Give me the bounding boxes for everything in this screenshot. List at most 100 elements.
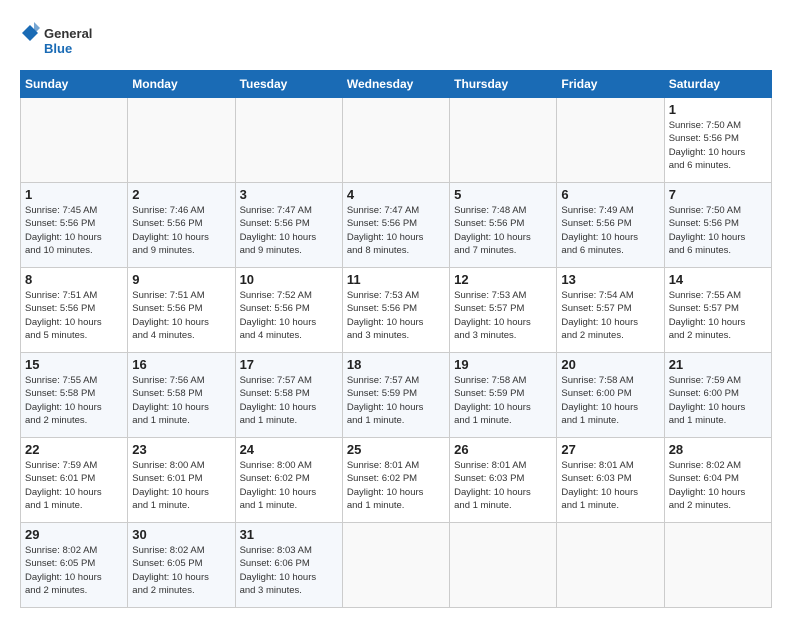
day-info: Sunrise: 7:58 AM Sunset: 5:59 PM Dayligh… — [454, 374, 552, 427]
calendar-cell: 8Sunrise: 7:51 AM Sunset: 5:56 PM Daylig… — [21, 268, 128, 353]
day-info: Sunrise: 8:02 AM Sunset: 6:05 PM Dayligh… — [25, 544, 123, 597]
day-info: Sunrise: 7:55 AM Sunset: 5:58 PM Dayligh… — [25, 374, 123, 427]
calendar-cell: 15Sunrise: 7:55 AM Sunset: 5:58 PM Dayli… — [21, 353, 128, 438]
day-info: Sunrise: 7:58 AM Sunset: 6:00 PM Dayligh… — [561, 374, 659, 427]
calendar-week-row: 15Sunrise: 7:55 AM Sunset: 5:58 PM Dayli… — [21, 353, 772, 438]
day-info: Sunrise: 7:57 AM Sunset: 5:58 PM Dayligh… — [240, 374, 338, 427]
day-number: 27 — [561, 442, 659, 457]
day-info: Sunrise: 8:01 AM Sunset: 6:02 PM Dayligh… — [347, 459, 445, 512]
day-info: Sunrise: 7:47 AM Sunset: 5:56 PM Dayligh… — [347, 204, 445, 257]
day-info: Sunrise: 8:02 AM Sunset: 6:05 PM Dayligh… — [132, 544, 230, 597]
calendar-cell — [21, 98, 128, 183]
calendar-cell — [128, 98, 235, 183]
day-header-tuesday: Tuesday — [235, 71, 342, 98]
day-number: 21 — [669, 357, 767, 372]
day-number: 28 — [669, 442, 767, 457]
calendar-cell: 4 Sunrise: 7:47 AM Sunset: 5:56 PM Daylig… — [342, 183, 449, 268]
day-info: Sunrise: 7:46 AM Sunset: 5:56 PM Dayligh… — [132, 204, 230, 257]
calendar-cell — [450, 98, 557, 183]
calendar-cell: 16 Sunrise: 7:56 AM Sunset: 5:58 PM Dayli… — [128, 353, 235, 438]
svg-text:General: General — [44, 26, 92, 41]
day-number: 23 — [132, 442, 230, 457]
calendar-cell: 23 Sunrise: 8:00 AM Sunset: 6:01 PM Dayli… — [128, 438, 235, 523]
day-number: 16 — [132, 357, 230, 372]
day-info: Sunrise: 8:02 AM Sunset: 6:04 PM Dayligh… — [669, 459, 767, 512]
day-number: 2 — [132, 187, 230, 202]
calendar-cell — [235, 98, 342, 183]
day-info: Sunrise: 8:03 AM Sunset: 6:06 PM Dayligh… — [240, 544, 338, 597]
day-number: 14 — [669, 272, 767, 287]
day-info: Sunrise: 7:45 AM Sunset: 5:56 PM Dayligh… — [25, 204, 123, 257]
day-info: Sunrise: 7:47 AM Sunset: 5:56 PM Dayligh… — [240, 204, 338, 257]
logo: General Blue — [20, 20, 110, 60]
calendar-cell — [557, 523, 664, 608]
calendar-cell: 10 Sunrise: 7:52 AM Sunset: 5:56 PM Dayli… — [235, 268, 342, 353]
calendar-cell: 7Sunrise: 7:50 AM Sunset: 5:56 PM Daylig… — [664, 183, 771, 268]
calendar-cell: 20 Sunrise: 7:58 AM Sunset: 6:00 PM Dayli… — [557, 353, 664, 438]
day-number: 11 — [347, 272, 445, 287]
calendar-week-row: 22Sunrise: 7:59 AM Sunset: 6:01 PM Dayli… — [21, 438, 772, 523]
calendar-week-row: 29 Sunrise: 8:02 AM Sunset: 6:05 PM Dayli… — [21, 523, 772, 608]
day-number: 5 — [454, 187, 552, 202]
calendar-cell: 27 Sunrise: 8:01 AM Sunset: 6:03 PM Dayli… — [557, 438, 664, 523]
day-number: 13 — [561, 272, 659, 287]
day-number: 10 — [240, 272, 338, 287]
day-number: 29 — [25, 527, 123, 542]
day-number: 4 — [347, 187, 445, 202]
day-header-saturday: Saturday — [664, 71, 771, 98]
day-header-wednesday: Wednesday — [342, 71, 449, 98]
day-info: Sunrise: 8:01 AM Sunset: 6:03 PM Dayligh… — [561, 459, 659, 512]
calendar-cell — [664, 523, 771, 608]
day-info: Sunrise: 8:00 AM Sunset: 6:01 PM Dayligh… — [132, 459, 230, 512]
day-number: 30 — [132, 527, 230, 542]
calendar-week-row: 1 Sunrise: 7:45 AM Sunset: 5:56 PM Daylig… — [21, 183, 772, 268]
calendar-week-row: 1 Sunrise: 7:50 AM Sunset: 5:56 PM Daylig… — [21, 98, 772, 183]
day-number: 22 — [25, 442, 123, 457]
calendar-cell: 24Sunrise: 8:00 AM Sunset: 6:02 PM Dayli… — [235, 438, 342, 523]
day-number: 3 — [240, 187, 338, 202]
day-number: 26 — [454, 442, 552, 457]
calendar-cell: 31 Sunrise: 8:03 AM Sunset: 6:06 PM Dayli… — [235, 523, 342, 608]
svg-text:Blue: Blue — [44, 41, 72, 56]
day-number: 7 — [669, 187, 767, 202]
day-info: Sunrise: 7:52 AM Sunset: 5:56 PM Dayligh… — [240, 289, 338, 342]
day-number: 9 — [132, 272, 230, 287]
day-info: Sunrise: 7:49 AM Sunset: 5:56 PM Dayligh… — [561, 204, 659, 257]
day-info: Sunrise: 7:48 AM Sunset: 5:56 PM Dayligh… — [454, 204, 552, 257]
day-info: Sunrise: 7:56 AM Sunset: 5:58 PM Dayligh… — [132, 374, 230, 427]
calendar-cell: 2 Sunrise: 7:46 AM Sunset: 5:56 PM Daylig… — [128, 183, 235, 268]
day-info: Sunrise: 7:55 AM Sunset: 5:57 PM Dayligh… — [669, 289, 767, 342]
calendar-cell: 21 Sunrise: 7:59 AM Sunset: 6:00 PM Dayli… — [664, 353, 771, 438]
calendar-cell: 19Sunrise: 7:58 AM Sunset: 5:59 PM Dayli… — [450, 353, 557, 438]
calendar-cell: 17 Sunrise: 7:57 AM Sunset: 5:58 PM Dayli… — [235, 353, 342, 438]
day-info: Sunrise: 7:59 AM Sunset: 6:00 PM Dayligh… — [669, 374, 767, 427]
day-number: 17 — [240, 357, 338, 372]
day-number: 20 — [561, 357, 659, 372]
day-info: Sunrise: 7:51 AM Sunset: 5:56 PM Dayligh… — [132, 289, 230, 342]
day-info: Sunrise: 7:57 AM Sunset: 5:59 PM Dayligh… — [347, 374, 445, 427]
day-info: Sunrise: 7:50 AM Sunset: 5:56 PM Dayligh… — [669, 119, 767, 172]
day-number: 18 — [347, 357, 445, 372]
day-number: 31 — [240, 527, 338, 542]
day-header-sunday: Sunday — [21, 71, 128, 98]
calendar-cell: 11Sunrise: 7:53 AM Sunset: 5:56 PM Dayli… — [342, 268, 449, 353]
calendar-cell: 13 Sunrise: 7:54 AM Sunset: 5:57 PM Dayli… — [557, 268, 664, 353]
calendar-cell — [450, 523, 557, 608]
logo-svg: General Blue — [20, 20, 110, 60]
day-info: Sunrise: 7:54 AM Sunset: 5:57 PM Dayligh… — [561, 289, 659, 342]
day-number: 1 — [669, 102, 767, 117]
calendar-cell: 26 Sunrise: 8:01 AM Sunset: 6:03 PM Dayli… — [450, 438, 557, 523]
calendar-week-row: 8Sunrise: 7:51 AM Sunset: 5:56 PM Daylig… — [21, 268, 772, 353]
day-info: Sunrise: 8:01 AM Sunset: 6:03 PM Dayligh… — [454, 459, 552, 512]
day-number: 1 — [25, 187, 123, 202]
day-info: Sunrise: 7:51 AM Sunset: 5:56 PM Dayligh… — [25, 289, 123, 342]
day-header-monday: Monday — [128, 71, 235, 98]
day-header-thursday: Thursday — [450, 71, 557, 98]
calendar-cell: 30 Sunrise: 8:02 AM Sunset: 6:05 PM Dayli… — [128, 523, 235, 608]
calendar-cell: 5 Sunrise: 7:48 AM Sunset: 5:56 PM Daylig… — [450, 183, 557, 268]
calendar-cell: 9 Sunrise: 7:51 AM Sunset: 5:56 PM Daylig… — [128, 268, 235, 353]
calendar-header-row: SundayMondayTuesdayWednesdayThursdayFrid… — [21, 71, 772, 98]
calendar-cell: 29 Sunrise: 8:02 AM Sunset: 6:05 PM Dayli… — [21, 523, 128, 608]
calendar-cell — [342, 98, 449, 183]
day-info: Sunrise: 7:53 AM Sunset: 5:57 PM Dayligh… — [454, 289, 552, 342]
